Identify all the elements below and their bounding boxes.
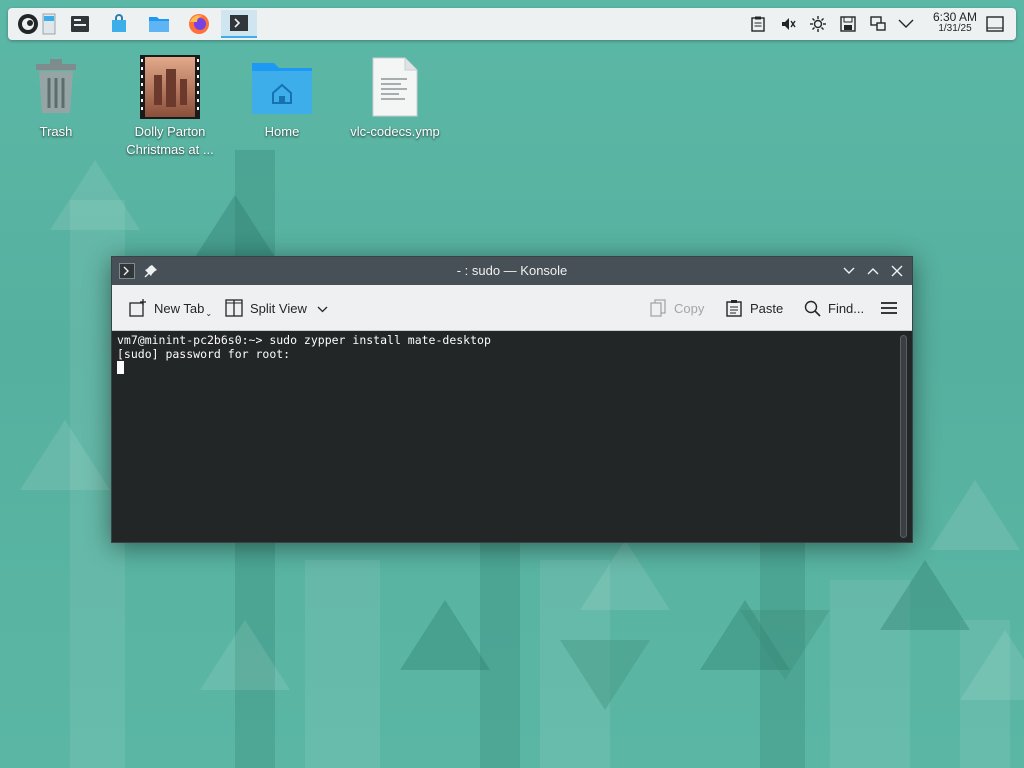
network-icon[interactable] — [868, 14, 888, 34]
paste-label: Paste — [750, 300, 784, 316]
maximize-button[interactable] — [864, 262, 882, 280]
copy-label: Copy — [674, 300, 705, 316]
find-button[interactable]: Find... — [802, 295, 864, 321]
desktop-icon-home[interactable]: Home — [227, 55, 337, 141]
konsole-window[interactable]: - : sudo — Konsole New Tab ⌄ Split View — [111, 256, 913, 543]
top-panel: 6:30 AM 1/31/25 — [8, 8, 1016, 40]
discover-store-icon[interactable] — [101, 10, 137, 38]
new-tab-label: New Tab — [154, 300, 205, 316]
clipboard-icon[interactable] — [748, 14, 768, 34]
minimize-button[interactable] — [840, 262, 858, 280]
text-cursor — [117, 361, 124, 374]
window-title: - : sudo — Konsole — [456, 263, 568, 278]
split-view-icon — [224, 298, 244, 318]
terminal-output: vm7@minint-pc2b6s0:~> sudo zypper instal… — [112, 331, 912, 377]
new-tab-icon — [128, 298, 148, 318]
desktop-icon-label: Home — [264, 124, 300, 139]
volume-muted-icon[interactable] — [778, 14, 798, 34]
terminal-line: [sudo] password for root: — [117, 347, 291, 361]
task-manager-icon[interactable] — [62, 10, 98, 38]
desktop-icon-video[interactable]: Dolly Parton Christmas at ... — [115, 55, 225, 159]
hamburger-menu-button[interactable] — [879, 295, 905, 321]
home-folder-icon — [250, 55, 314, 119]
copy-button[interactable]: Copy — [648, 295, 704, 321]
show-desktop-icon[interactable] — [985, 14, 1005, 34]
chevron-down-icon[interactable] — [896, 14, 916, 34]
konsole-toolbar: New Tab ⌄ Split View Copy Paste Find... — [112, 285, 912, 331]
new-tab-dropdown-icon[interactable]: ⌄ — [205, 309, 212, 318]
terminal-area[interactable]: vm7@minint-pc2b6s0:~> sudo zypper instal… — [112, 331, 912, 542]
clock-date: 1/31/25 — [938, 23, 972, 34]
hamburger-menu-icon — [879, 298, 899, 318]
search-icon — [802, 298, 822, 318]
desktop-icon-trash[interactable]: Trash — [1, 55, 111, 141]
terminal-line: vm7@minint-pc2b6s0:~> sudo zypper instal… — [117, 333, 491, 347]
desktop-icon-label: Trash — [39, 124, 73, 139]
text-file-icon — [363, 55, 427, 119]
digital-clock[interactable]: 6:30 AM 1/31/25 — [918, 11, 992, 35]
copy-icon — [648, 298, 668, 318]
desktop-icon-ymp-file[interactable]: vlc-codecs.ymp — [340, 55, 450, 141]
trash-icon — [24, 55, 88, 119]
konsole-icon[interactable] — [221, 10, 257, 38]
dolphin-folder-icon[interactable] — [141, 10, 177, 38]
desktop-icon-label: Dolly Parton Christmas at ... — [126, 124, 214, 157]
window-titlebar[interactable]: - : sudo — Konsole — [112, 257, 912, 285]
split-view-button[interactable]: Split View — [224, 295, 328, 321]
save-disk-icon[interactable] — [838, 14, 858, 34]
clock-time: 6:30 AM — [932, 10, 978, 24]
find-label: Find... — [828, 300, 865, 316]
terminal-scrollbar[interactable] — [900, 335, 907, 538]
close-button[interactable] — [888, 262, 906, 280]
desktop-icon-label: vlc-codecs.ymp — [350, 124, 440, 139]
split-view-label: Split View — [250, 300, 307, 316]
video-thumbnail-icon — [138, 55, 202, 119]
pager-icon[interactable] — [38, 10, 60, 38]
firefox-icon[interactable] — [181, 10, 217, 38]
paste-icon — [724, 298, 744, 318]
new-tab-button[interactable]: New Tab ⌄ — [128, 295, 212, 321]
split-view-chevron-icon[interactable] — [317, 301, 328, 316]
paste-button[interactable]: Paste — [724, 295, 783, 321]
brightness-icon[interactable] — [808, 14, 828, 34]
